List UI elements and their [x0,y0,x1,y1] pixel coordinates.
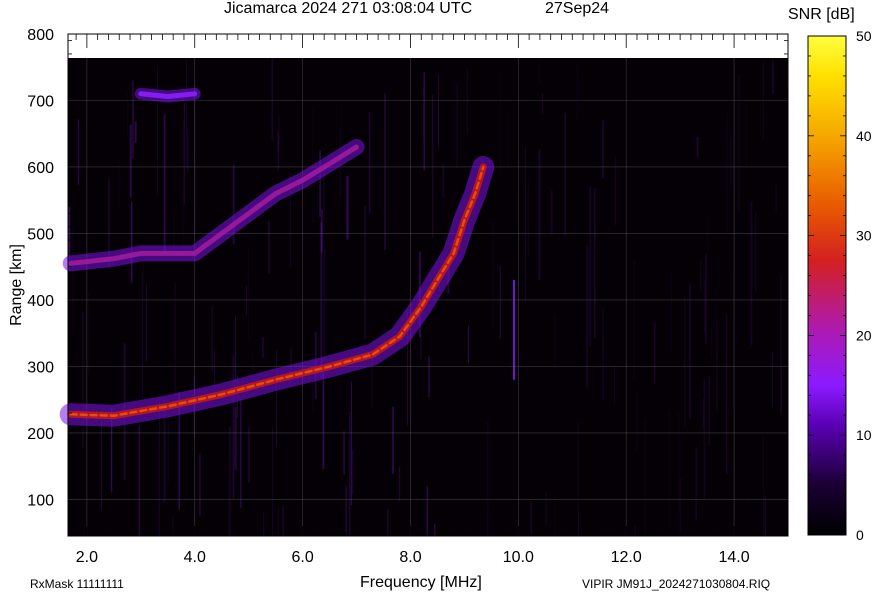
colorbar-title: SNR [dB] [788,6,855,23]
y-tick-label: 800 [27,27,54,44]
y-tick-label: 500 [27,226,54,243]
x-tick-label: 8.0 [399,549,421,566]
echo-trace [138,91,198,99]
y-tick-label: 700 [27,93,54,110]
y-tick-label: 200 [27,426,54,443]
file-name-label: VIPIR JM91J_2024271030804.RIQ [582,577,771,591]
colorbar-tick-label: 50 [856,28,872,44]
x-tick-label: 14.0 [718,549,749,566]
x-tick-label: 10.0 [503,549,534,566]
chart-title: Jicamarca 2024 271 03:08:04 UTC [224,0,473,17]
y-tick-label: 600 [27,160,54,177]
ionogram-chart: 2.0 4.0 6.0 8.0 10.0 12.0 14.0 100200300400500… [27,27,872,566]
y-tick-label: 400 [27,293,54,310]
rxmask-label: RxMask 11111111 [30,577,124,591]
colorbar-tick-label: 40 [856,128,872,144]
x-tick-label: 6.0 [291,549,313,566]
chart-date: 27Sep24 [545,0,610,17]
y-tick-label: 100 [27,492,54,509]
x-tick-label: 4.0 [184,549,206,566]
colorbar [807,35,847,536]
colorbar-tick-label: 10 [856,427,872,443]
colorbar-tick-label: 30 [856,228,872,244]
x-axis-label: Frequency [MHz] [360,574,482,591]
y-tick-label: 300 [27,359,54,376]
colorbar-tick-label: 0 [856,527,864,543]
y-axis-label: Range [km] [8,244,25,326]
x-tick-label: 12.0 [611,549,642,566]
colorbar-tick-label: 20 [856,327,872,343]
x-tick-label: 2.0 [76,549,98,566]
